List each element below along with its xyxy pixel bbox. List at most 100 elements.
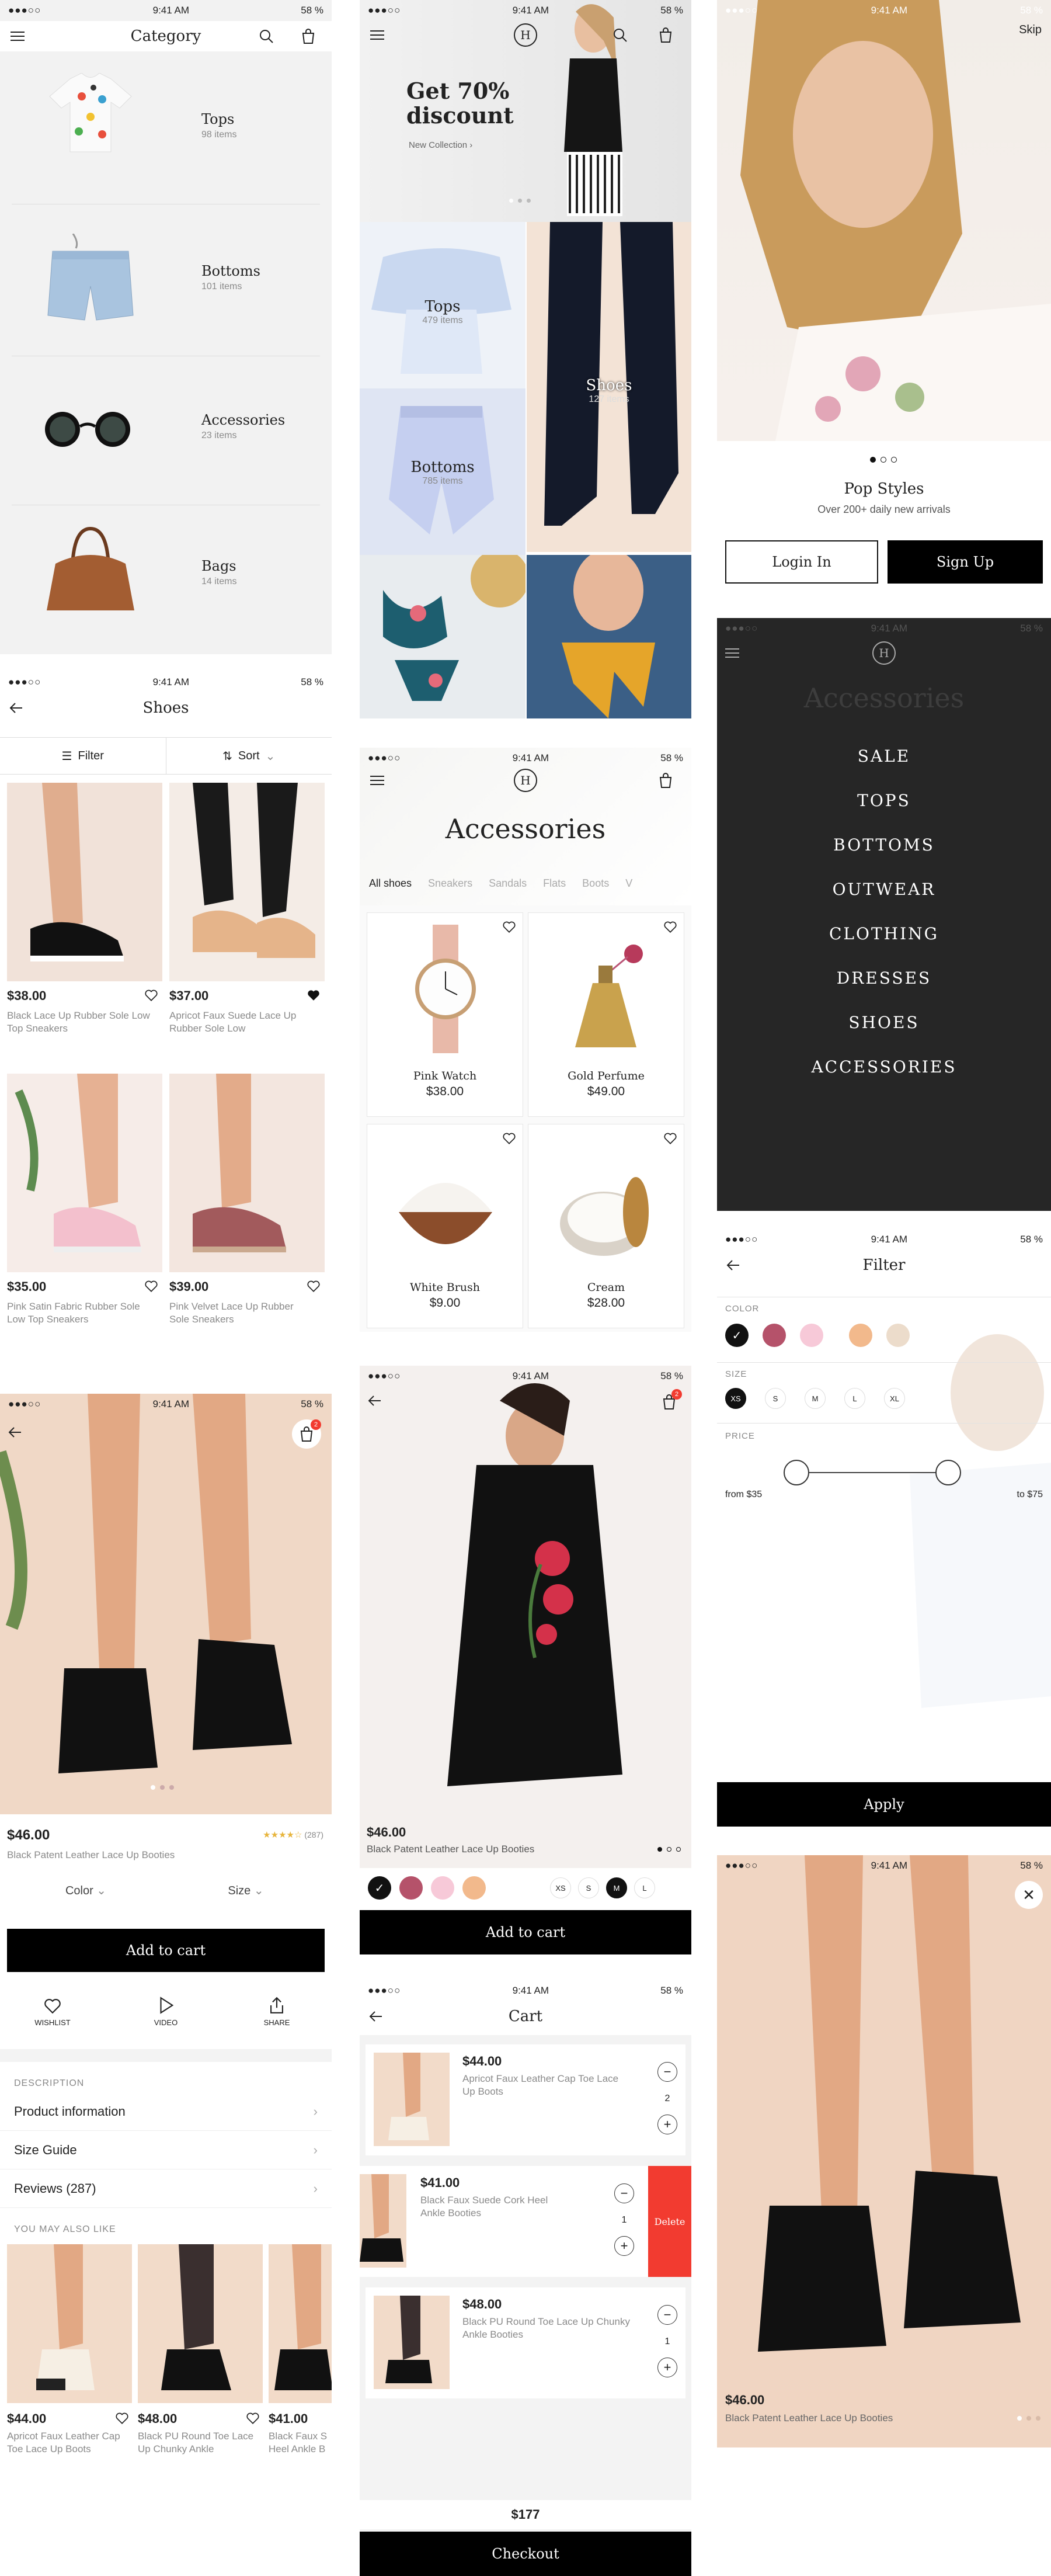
product-card[interactable]: $38.00 Black Lace Up Rubber Sole Low Top… (7, 783, 162, 1057)
decrement-button[interactable]: − (657, 2062, 677, 2082)
heart-icon[interactable] (663, 1130, 678, 1145)
cart-icon[interactable] (656, 771, 675, 790)
heart-icon[interactable] (306, 1278, 321, 1293)
cart-button[interactable]: 2 (292, 1419, 321, 1449)
tile-bottoms[interactable]: Bottoms 785 items (360, 388, 526, 555)
price-slider[interactable] (784, 1460, 961, 1485)
size-m[interactable]: M (805, 1388, 826, 1409)
product-card[interactable]: $39.00 Pink Velvet Lace Up Rubber Sole S… (169, 1074, 325, 1348)
heart-icon[interactable] (144, 987, 159, 1002)
close-button[interactable]: ✕ (1015, 1881, 1043, 1909)
category-row-bottoms[interactable]: Bottoms 101 items (12, 204, 320, 356)
color-swatch-rose[interactable] (763, 1324, 786, 1347)
menu-icon[interactable] (368, 771, 387, 790)
decrement-button[interactable]: − (614, 2183, 634, 2203)
menu-icon[interactable] (723, 644, 742, 662)
menu-item-tops[interactable]: TOPS (717, 791, 1051, 810)
tile-swimwear[interactable] (360, 555, 526, 718)
back-arrow-icon[interactable] (7, 699, 26, 717)
size-select[interactable]: Size ⌄ (167, 1883, 325, 1898)
product-information-row[interactable]: Product information › (0, 2092, 332, 2131)
increment-button[interactable]: + (657, 2358, 677, 2377)
sort-button[interactable]: ⇅ Sort ⌄ (166, 738, 332, 774)
decrement-button[interactable]: − (657, 2305, 677, 2325)
recommendation-card[interactable]: $44.00 Apricot Faux Leather Cap Toe Lace… (7, 2244, 132, 2490)
menu-item-clothing[interactable]: CLOTHING (717, 924, 1051, 943)
heart-icon[interactable] (502, 1130, 517, 1145)
tile-shoes[interactable]: Shoes 127 items (527, 222, 691, 552)
size-s[interactable]: S (765, 1388, 786, 1409)
filter-button[interactable]: ☰ Filter (0, 738, 166, 774)
size-xl[interactable]: XL (884, 1388, 905, 1409)
category-row-accessories[interactable]: Accessories 23 items (12, 356, 320, 505)
color-swatch-peach[interactable] (462, 1876, 486, 1900)
heart-icon[interactable] (502, 919, 517, 934)
menu-item-sale[interactable]: SALE (717, 747, 1051, 766)
heart-icon[interactable] (663, 919, 678, 934)
search-icon[interactable] (611, 26, 629, 44)
product-card[interactable]: White Brush $9.00 (367, 1124, 523, 1328)
size-xs[interactable]: XS (550, 1877, 571, 1898)
color-swatch-beige[interactable] (886, 1324, 910, 1347)
tab-flats[interactable]: Flats (543, 877, 566, 890)
menu-item-shoes[interactable]: SHOES (717, 1013, 1051, 1032)
tab-sneakers[interactable]: Sneakers (428, 877, 472, 890)
product-card[interactable]: Gold Perfume $49.00 (528, 912, 684, 1117)
menu-icon[interactable] (8, 27, 27, 46)
menu-item-bottoms[interactable]: BOTTOMS (717, 835, 1051, 855)
back-arrow-icon[interactable] (367, 2007, 385, 2026)
size-m[interactable]: M (606, 1877, 627, 1898)
heart-icon[interactable] (114, 2410, 130, 2425)
tab-sandals[interactable]: Sandals (489, 877, 527, 890)
size-s[interactable]: S (578, 1877, 599, 1898)
menu-item-dresses[interactable]: DRESSES (717, 968, 1051, 988)
slider-max-handle[interactable] (935, 1460, 961, 1485)
hero-link[interactable]: New Collection › (409, 140, 472, 150)
heart-icon[interactable] (144, 1278, 159, 1293)
size-guide-row[interactable]: Size Guide › (0, 2131, 332, 2169)
share-button[interactable]: SHARE (248, 1995, 306, 2027)
cart-icon[interactable] (299, 27, 318, 46)
cart-button[interactable]: 2 (656, 1389, 682, 1415)
signup-button[interactable]: Sign Up (888, 540, 1043, 584)
color-swatch-pink[interactable] (800, 1324, 823, 1347)
skip-button[interactable]: Skip (1019, 23, 1042, 37)
slider-min-handle[interactable] (784, 1460, 809, 1485)
tab-more[interactable]: V (625, 877, 632, 890)
increment-button[interactable]: + (657, 2115, 677, 2134)
size-xs[interactable]: XS (725, 1388, 746, 1409)
tab-boots[interactable]: Boots (582, 877, 609, 890)
increment-button[interactable]: + (614, 2236, 634, 2256)
color-swatch-rose[interactable] (399, 1876, 423, 1900)
tile-tops[interactable]: Tops 479 items (360, 222, 526, 388)
product-card[interactable]: Pink Watch $38.00 (367, 912, 523, 1117)
menu-item-accessories[interactable]: ACCESSORIES (717, 1057, 1051, 1077)
color-swatch-black[interactable]: ✓ (368, 1876, 391, 1900)
menu-icon[interactable] (368, 26, 387, 44)
menu-item-outwear[interactable]: OUTWEAR (717, 880, 1051, 899)
recommendation-card[interactable]: $41.00 Black Faux S Heel Ankle B (269, 2244, 332, 2490)
tab-all-shoes[interactable]: All shoes (369, 877, 412, 890)
product-card[interactable]: Cream $28.00 (528, 1124, 684, 1328)
category-row-bags[interactable]: Bags 14 items (12, 505, 320, 651)
product-card[interactable]: $37.00 Apricot Faux Suede Lace Up Rubber… (169, 783, 325, 1057)
wishlist-button[interactable]: WISHLIST (23, 1995, 82, 2027)
size-l[interactable]: L (634, 1877, 655, 1898)
search-icon[interactable] (257, 27, 276, 46)
back-arrow-icon[interactable] (366, 1391, 384, 1410)
login-button[interactable]: Login In (725, 540, 878, 584)
category-row-tops[interactable]: Tops 98 items (12, 58, 320, 204)
checkout-button[interactable]: Checkout (360, 2532, 691, 2576)
recommendation-card[interactable]: $48.00 Black PU Round Toe Lace Up Chunky… (138, 2244, 263, 2490)
cart-icon[interactable] (656, 26, 675, 44)
color-swatch-pink[interactable] (431, 1876, 454, 1900)
add-to-cart-button[interactable]: Add to cart (360, 1910, 691, 1954)
back-arrow-icon[interactable] (724, 1256, 743, 1275)
add-to-cart-button[interactable]: Add to cart (7, 1929, 325, 1972)
size-l[interactable]: L (844, 1388, 865, 1409)
heart-icon[interactable] (245, 2410, 260, 2425)
product-card[interactable]: $35.00 Pink Satin Fabric Rubber Sole Low… (7, 1074, 162, 1348)
tile-scarves[interactable] (527, 555, 691, 718)
delete-button[interactable]: Delete (648, 2166, 691, 2277)
color-select[interactable]: Color ⌄ (7, 1883, 165, 1898)
